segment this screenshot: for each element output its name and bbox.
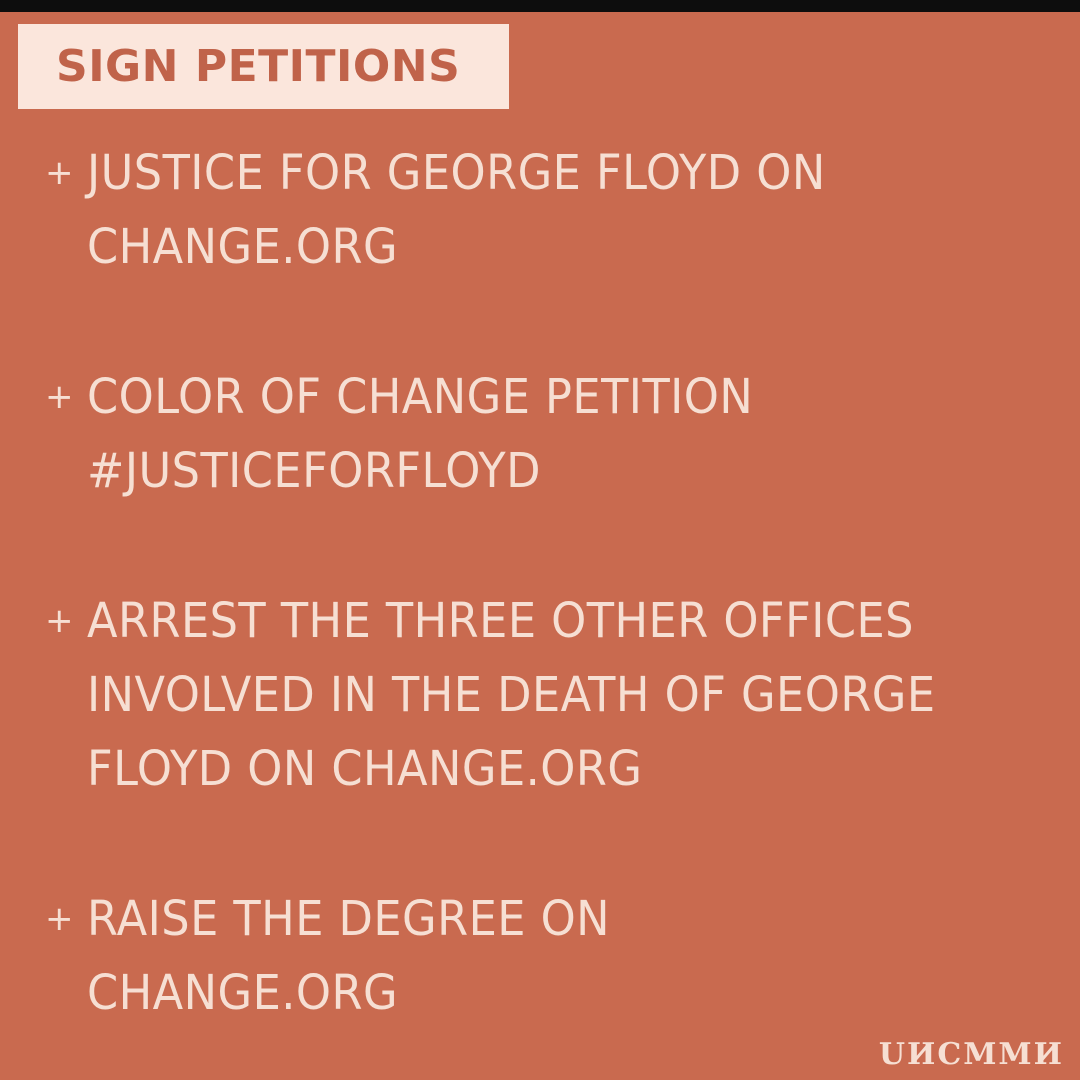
petition-item-text: COLOR OF CHANGE PETITION #JUSTICEFORFLOY… — [87, 369, 754, 499]
petition-item: + COLOR OF CHANGE PETITION #JUSTICEFORFL… — [45, 360, 1045, 508]
brand-logo: UИCMMИ — [878, 1037, 1064, 1072]
plus-icon: + — [45, 899, 74, 939]
petition-item-text: ARREST THE THREE OTHER OFFICES INVOLVED … — [87, 593, 936, 797]
petition-item: + RAISE THE DEGREE ON CHANGE.ORG — [45, 882, 1045, 1030]
petition-item-text: RAISE THE DEGREE ON CHANGE.ORG — [87, 891, 611, 1021]
plus-icon: + — [45, 601, 74, 641]
petition-item-text: JUSTICE FOR GEORGE FLOYD ON CHANGE.ORG — [87, 145, 826, 275]
petition-item: + JUSTICE FOR GEORGE FLOYD ON CHANGE.ORG — [45, 136, 1045, 284]
petition-item: + ARREST THE THREE OTHER OFFICES INVOLVE… — [45, 584, 1045, 806]
plus-icon: + — [45, 153, 74, 193]
top-bar — [0, 0, 1080, 12]
page-title: SIGN PETITIONS — [56, 40, 461, 92]
petition-list: + JUSTICE FOR GEORGE FLOYD ON CHANGE.ORG… — [45, 136, 1045, 1030]
title-banner: SIGN PETITIONS — [18, 24, 509, 109]
plus-icon: + — [45, 377, 74, 417]
